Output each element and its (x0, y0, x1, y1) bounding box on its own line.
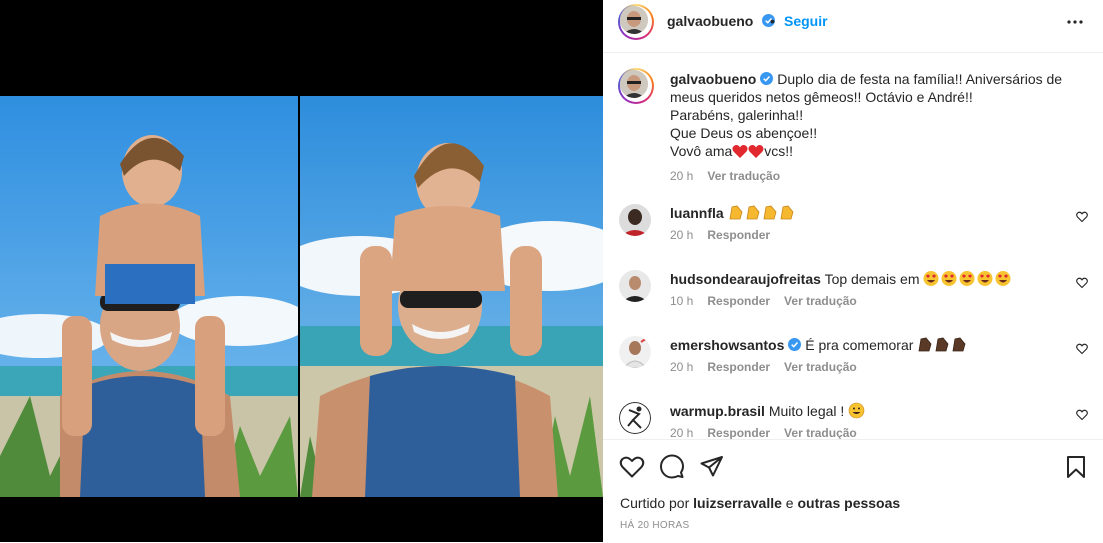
post-caption: galvaobueno Duplo dia de festa na famíli… (670, 70, 1070, 185)
comment-item: hudsondearaujofreitas Top demais em 10 h… (603, 270, 1103, 330)
clapping-hands-emoji-icon (729, 205, 794, 220)
bookmark-icon[interactable] (1063, 454, 1089, 480)
comment-body: emershowsantos É pra comemorar (670, 336, 1050, 354)
post-media[interactable] (0, 0, 603, 542)
comment-icon[interactable] (659, 454, 685, 480)
author-username[interactable]: galvaobueno (667, 13, 753, 29)
post-header: galvaobueno • Seguir (603, 0, 1103, 53)
commenter-avatar[interactable] (619, 204, 651, 236)
like-comment-heart-icon[interactable] (1076, 343, 1088, 355)
caption-author-avatar[interactable] (618, 68, 654, 104)
comment-meta: 20 h Responder Ver tradução (670, 426, 871, 439)
commenter-username[interactable]: warmup.brasil (670, 403, 765, 419)
liked-user-link[interactable]: luizserravalle (693, 495, 782, 511)
like-comment-heart-icon[interactable] (1076, 211, 1088, 223)
caption-line-2: Parabéns, galerinha!! (670, 107, 804, 123)
liked-and: e (785, 495, 794, 511)
commenter-avatar[interactable] (619, 336, 651, 368)
verified-badge-icon (788, 338, 802, 351)
follow-button[interactable]: Seguir (784, 13, 828, 29)
reply-button[interactable]: Responder (707, 228, 770, 242)
separator-dot: • (770, 13, 775, 29)
liked-prefix: Curtido por (620, 495, 690, 511)
author-avatar[interactable] (618, 4, 654, 40)
comment-time: 20 h (670, 228, 694, 242)
clapping-hands-dark-emoji-icon (918, 337, 966, 352)
verified-badge-icon (760, 72, 774, 85)
comment-time: 20 h (670, 426, 694, 439)
red-heart-emoji-icon (748, 145, 764, 158)
post-photo-right (300, 96, 603, 497)
translate-link[interactable]: Ver tradução (784, 294, 857, 308)
caption-line-4-start: Vovô ama (670, 143, 733, 159)
comment-body: hudsondearaujofreitas Top demais em (670, 270, 1050, 288)
comment-text: Top demais em (824, 271, 920, 287)
comment-text: É pra comemorar (805, 337, 914, 353)
like-comment-heart-icon[interactable] (1076, 277, 1088, 289)
post-actions: Curtido por luizserravalle e outras pess… (603, 439, 1103, 543)
post-photo-left (0, 96, 298, 497)
comment-item: warmup.brasil Muito legal ! 20 h Responde… (603, 402, 1103, 439)
comments-list[interactable]: galvaobueno Duplo dia de festa na famíli… (603, 53, 1103, 439)
red-heart-emoji-icon (732, 145, 748, 158)
share-icon[interactable] (699, 454, 725, 480)
comment-item: emershowsantos É pra comemorar 20 h Respo… (603, 336, 1103, 396)
caption-meta: 20 h Ver tradução (670, 167, 1070, 185)
caption-username[interactable]: galvaobueno (670, 71, 756, 87)
reply-button[interactable]: Responder (707, 426, 770, 439)
caption-translate-link[interactable]: Ver tradução (707, 169, 780, 183)
caption-time: 20 h (670, 169, 694, 183)
comment-item: luannfla 20 h Responder (603, 204, 1103, 264)
commenter-avatar[interactable] (619, 402, 651, 434)
reply-button[interactable]: Responder (707, 294, 770, 308)
comment-body: warmup.brasil Muito legal ! (670, 402, 1050, 420)
comment-text: Muito legal ! (768, 403, 845, 419)
liked-others-link[interactable]: outras pessoas (797, 495, 900, 511)
heart-eyes-emoji-icon (923, 271, 1011, 286)
translate-link[interactable]: Ver tradução (784, 360, 857, 374)
post-time-ago[interactable]: HÁ 20 HORAS (620, 520, 689, 531)
comment-body: luannfla (670, 204, 1050, 222)
commenter-username[interactable]: hudsondearaujofreitas (670, 271, 821, 287)
caption-line-3: Que Deus os abençoe!! (670, 125, 818, 141)
heart-icon[interactable] (619, 454, 645, 480)
post-side-panel: galvaobueno • Seguir galvaobueno Duplo d… (603, 0, 1103, 542)
commenter-username[interactable]: emershowsantos (670, 337, 784, 353)
comment-time: 20 h (670, 360, 694, 374)
likes-summary: Curtido por luizserravalle e outras pess… (620, 495, 900, 511)
comment-time: 10 h (670, 294, 694, 308)
translate-link[interactable]: Ver tradução (784, 426, 857, 439)
commenter-avatar[interactable] (619, 270, 651, 302)
comment-meta: 20 h Responder Ver tradução (670, 360, 871, 374)
comment-meta: 20 h Responder (670, 228, 784, 242)
reply-button[interactable]: Responder (707, 360, 770, 374)
commenter-username[interactable]: luannfla (670, 205, 724, 221)
more-options-icon[interactable] (1065, 12, 1085, 32)
like-comment-heart-icon[interactable] (1076, 409, 1088, 421)
grinning-face-emoji-icon (848, 402, 865, 419)
caption-line-4-end: vcs!! (764, 143, 794, 159)
caption-line-4: Vovô ama vcs!! (670, 142, 1070, 160)
comment-meta: 10 h Responder Ver tradução (670, 294, 871, 308)
